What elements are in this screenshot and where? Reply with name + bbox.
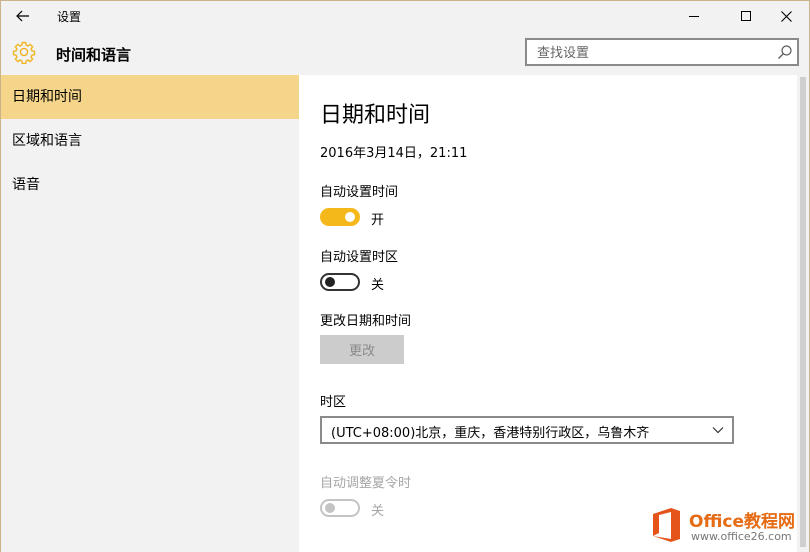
dst-label: 自动调整夏令时 bbox=[320, 476, 412, 491]
scrollbar[interactable] bbox=[797, 75, 809, 552]
maximize-icon bbox=[741, 11, 751, 21]
minimize-button[interactable] bbox=[671, 1, 717, 31]
toggle-knob bbox=[345, 212, 355, 222]
auto-time-label: 自动设置时间 bbox=[320, 185, 399, 200]
back-arrow-icon bbox=[16, 10, 29, 22]
close-button[interactable] bbox=[763, 1, 809, 31]
watermark: Office教程网 www.office26.com bbox=[641, 501, 809, 549]
watermark-brand: Office教程网 bbox=[689, 512, 796, 532]
timezone-value: (UTC+08:00)北京，重庆，香港特别行政区，乌鲁木齐 bbox=[331, 426, 650, 441]
auto-timezone-state: 关 bbox=[371, 278, 385, 293]
auto-time-state: 开 bbox=[371, 213, 385, 228]
close-icon bbox=[780, 10, 792, 22]
section-title: 时间和语言 bbox=[56, 46, 132, 64]
sidebar-item-region-language[interactable]: 区域和语言 bbox=[1, 119, 299, 163]
gear-icon bbox=[12, 41, 36, 64]
change-datetime-label: 更改日期和时间 bbox=[320, 314, 412, 329]
sidebar-item-date-time[interactable]: 日期和时间 bbox=[1, 75, 299, 119]
main-content: 日期和时间 2016年3月14日，21:11 自动设置时间 开 自动设置时区 关… bbox=[299, 75, 797, 552]
toggle-knob bbox=[325, 277, 335, 287]
sidebar: 日期和时间 区域和语言 语音 bbox=[1, 75, 299, 552]
search-input[interactable] bbox=[535, 43, 769, 63]
current-datetime: 2016年3月14日，21:11 bbox=[320, 146, 468, 161]
chevron-down-icon bbox=[712, 427, 724, 434]
dst-toggle bbox=[320, 499, 360, 517]
auto-timezone-label: 自动设置时区 bbox=[320, 250, 399, 265]
timezone-label: 时区 bbox=[320, 395, 347, 410]
settings-header: 时间和语言 bbox=[1, 31, 809, 75]
auto-time-toggle[interactable] bbox=[320, 208, 360, 226]
change-datetime-button[interactable]: 更改 bbox=[320, 335, 404, 364]
title-bar: 设置 bbox=[1, 1, 809, 31]
toggle-knob bbox=[325, 503, 335, 513]
dst-state: 关 bbox=[371, 504, 385, 519]
auto-timezone-toggle[interactable] bbox=[320, 273, 360, 291]
search-icon[interactable] bbox=[777, 44, 793, 60]
search-box[interactable] bbox=[525, 38, 799, 66]
scrollbar-thumb[interactable] bbox=[800, 77, 806, 547]
minimize-icon bbox=[689, 16, 699, 17]
page-title: 日期和时间 bbox=[320, 103, 431, 128]
office-logo-icon bbox=[653, 508, 680, 542]
back-button[interactable] bbox=[9, 5, 37, 27]
watermark-url: www.office26.com bbox=[691, 530, 792, 543]
sidebar-item-speech[interactable]: 语音 bbox=[1, 163, 299, 207]
window-title: 设置 bbox=[57, 10, 82, 24]
timezone-select[interactable]: (UTC+08:00)北京，重庆，香港特别行政区，乌鲁木齐 bbox=[320, 416, 734, 444]
settings-window: 设置 时间和语言 日期和时间 区域和语言 语音 bbox=[0, 0, 810, 552]
